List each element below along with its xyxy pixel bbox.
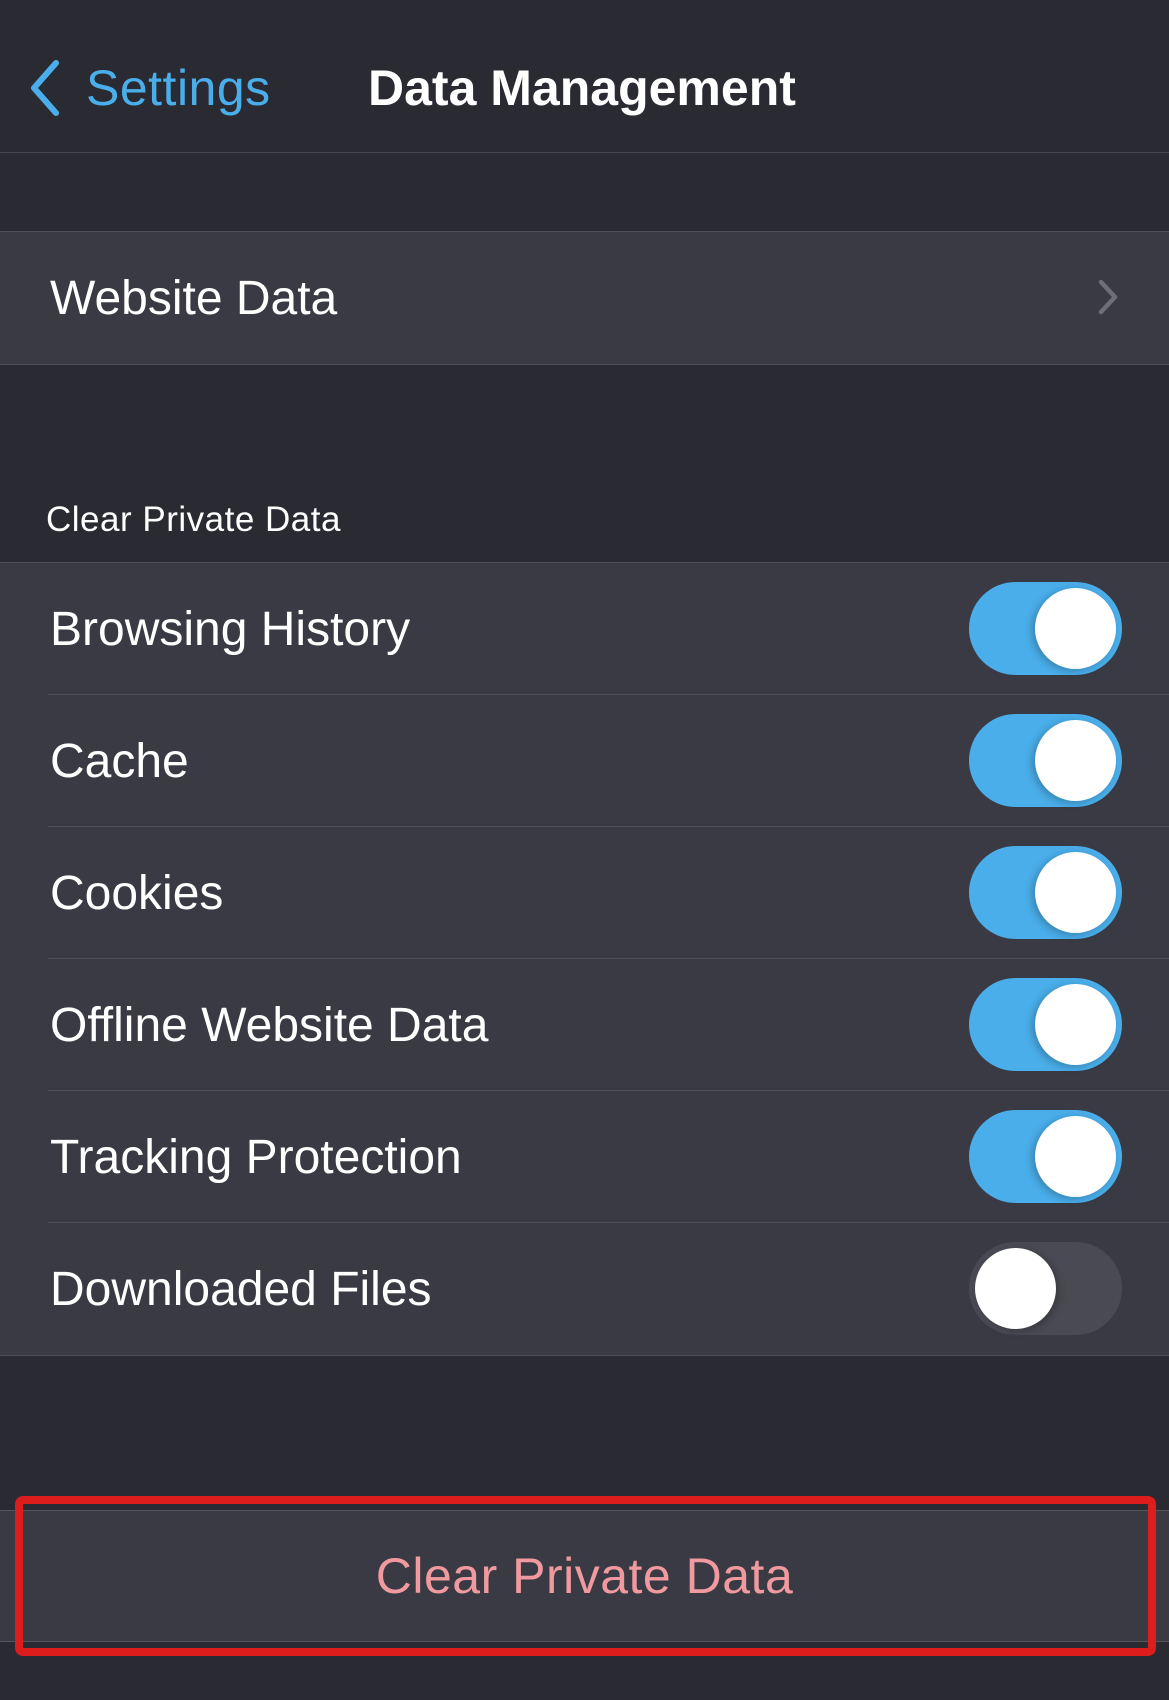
toggle-row-cookies: Cookies [0, 827, 1169, 959]
chevron-right-icon [1098, 279, 1118, 315]
toggle-row-cache: Cache [0, 695, 1169, 827]
clear-private-data-group: Browsing History Cache Cookies Offline W… [0, 562, 1169, 1356]
row-label: Browsing History [50, 602, 411, 656]
toggle-knob [1035, 588, 1116, 669]
website-data-row[interactable]: Website Data [0, 232, 1169, 364]
clear-private-data-label: Clear Private Data [375, 1548, 794, 1604]
toggle-row-tracking-protection: Tracking Protection [0, 1091, 1169, 1223]
row-label: Downloaded Files [50, 1262, 432, 1316]
chevron-left-icon [31, 60, 59, 116]
row-label: Offline Website Data [50, 998, 489, 1052]
row-label: Tracking Protection [50, 1130, 462, 1184]
navigation-bar: Settings Data Management [0, 0, 1169, 153]
cookies-toggle[interactable] [969, 846, 1122, 939]
toggle-knob [975, 1248, 1056, 1329]
website-data-group: Website Data [0, 231, 1169, 365]
toggle-knob [1035, 720, 1116, 801]
toggle-knob [1035, 852, 1116, 933]
toggle-knob [1035, 984, 1116, 1065]
toggle-row-offline-website-data: Offline Website Data [0, 959, 1169, 1091]
page-title: Data Management [368, 60, 796, 116]
downloaded-files-toggle[interactable] [969, 1242, 1122, 1335]
website-data-label: Website Data [50, 271, 338, 325]
row-label: Cache [50, 734, 189, 788]
cache-toggle[interactable] [969, 714, 1122, 807]
toggle-row-browsing-history: Browsing History [0, 563, 1169, 695]
back-button[interactable]: Settings [26, 58, 271, 118]
section-header-clear-private-data: Clear Private Data [46, 500, 341, 539]
browsing-history-toggle[interactable] [969, 582, 1122, 675]
offline-website-data-toggle[interactable] [969, 978, 1122, 1071]
row-label: Cookies [50, 866, 224, 920]
toggle-knob [1035, 1116, 1116, 1197]
clear-private-data-button[interactable]: Clear Private Data [0, 1510, 1169, 1642]
back-label: Settings [86, 60, 271, 116]
toggle-row-downloaded-files: Downloaded Files [0, 1223, 1169, 1355]
tracking-protection-toggle[interactable] [969, 1110, 1122, 1203]
